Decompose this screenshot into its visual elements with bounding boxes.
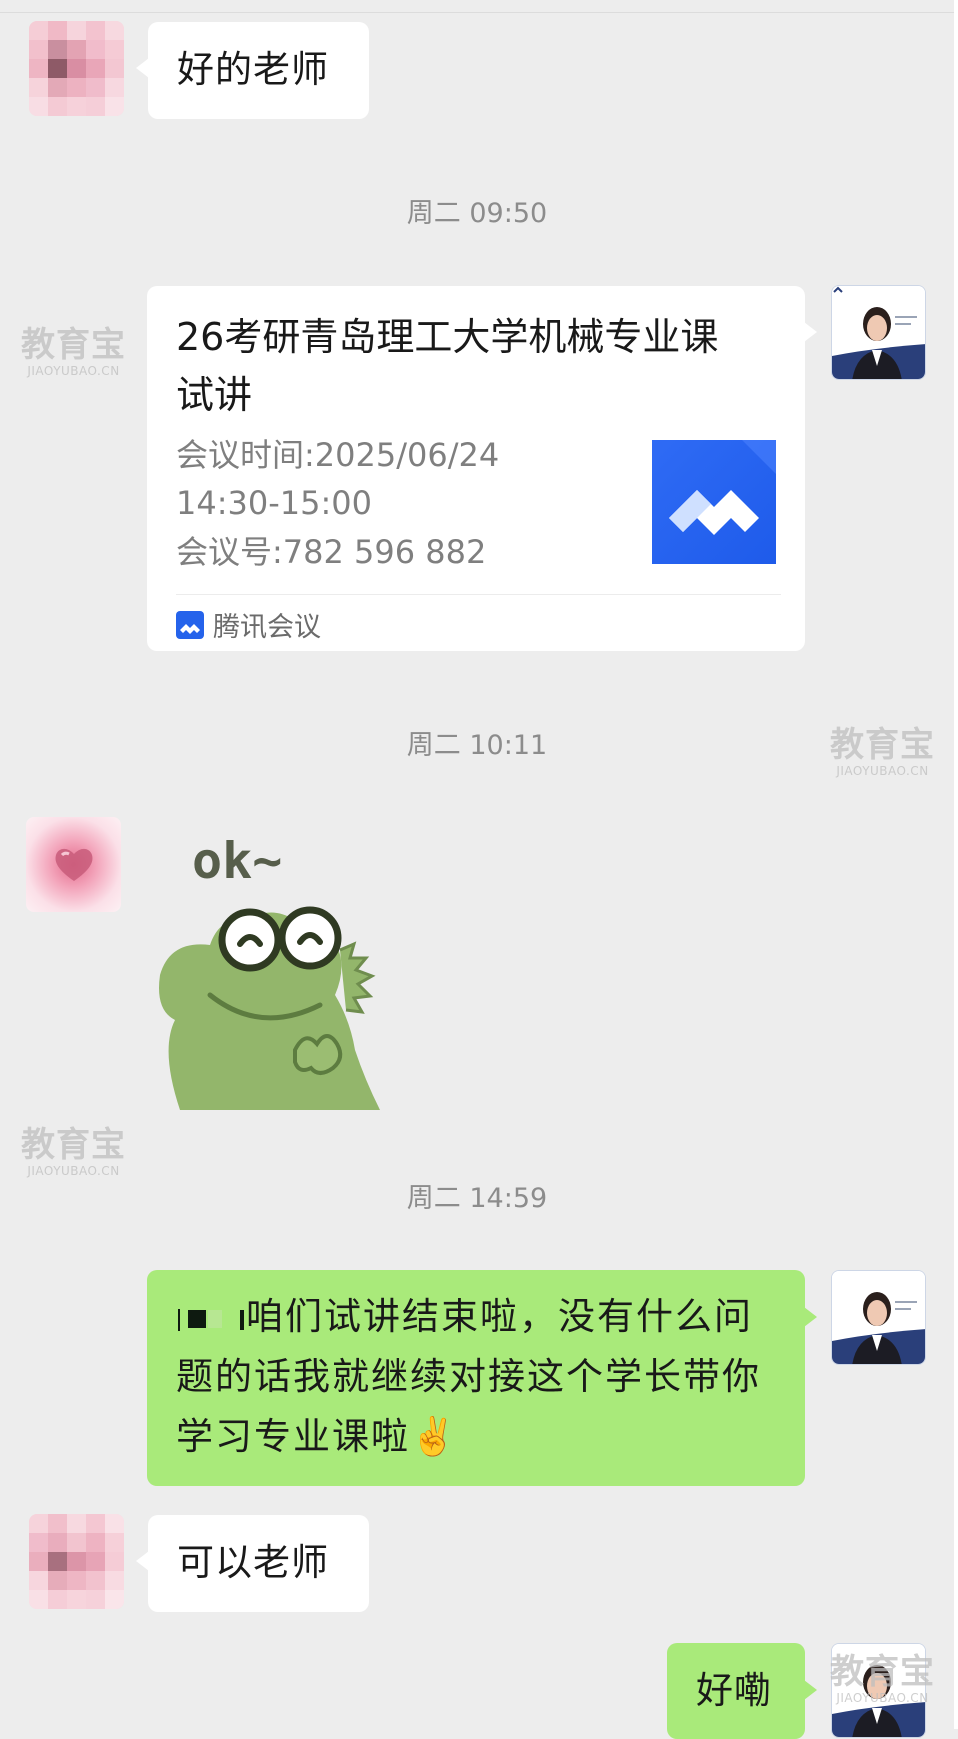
message-text: 好嘞 xyxy=(696,1669,772,1712)
message-bubble[interactable]: 好的老师 xyxy=(148,22,369,119)
my-avatar[interactable] xyxy=(831,285,926,380)
ok-frog-sticker[interactable]: ok~ xyxy=(150,820,450,1110)
contact-avatar[interactable] xyxy=(26,817,121,912)
top-divider xyxy=(0,0,958,13)
message-text: 可以老师 xyxy=(177,1541,329,1584)
heart-icon xyxy=(55,848,92,881)
bubble-tail xyxy=(804,322,817,342)
meeting-time-line2: 14:30-15:00 xyxy=(176,484,372,522)
card-divider xyxy=(176,594,781,595)
message-bubble[interactable]: 咱们试讲结束啦，没有什么问题的话我就继续对接这个学长带你学习专业课啦✌️ xyxy=(147,1270,805,1486)
bubble-tail xyxy=(804,1680,817,1700)
tencent-meeting-small-icon xyxy=(176,611,204,639)
bubble-tail xyxy=(804,1307,817,1327)
message-text: 好的老师 xyxy=(177,48,329,91)
contact-avatar[interactable] xyxy=(29,21,124,116)
contact-avatar[interactable] xyxy=(29,1514,124,1609)
my-avatar[interactable] xyxy=(831,1270,926,1365)
meeting-id: 会议号:782 596 882 xyxy=(176,533,487,571)
meeting-card[interactable]: 26考研青岛理工大学机械专业课试讲 会议时间:2025/06/24 14:30-… xyxy=(147,286,805,651)
tencent-meeting-logo-icon xyxy=(652,440,776,564)
meeting-time-line1: 会议时间:2025/06/24 xyxy=(176,436,500,474)
teacher-photo-icon xyxy=(832,286,925,379)
scroll-edge xyxy=(954,0,958,1729)
redacted-name-icon xyxy=(176,1303,246,1333)
watermark: 教育宝 JIAOYUBAO.CN xyxy=(21,1125,126,1178)
watermark: 教育宝 JIAOYUBAO.CN xyxy=(21,325,126,378)
watermark: 教育宝 JIAOYUBAO.CN xyxy=(830,725,935,778)
app-name-label: 腾讯会议 xyxy=(213,612,321,643)
timestamp: 周二 10:11 xyxy=(406,730,548,761)
timestamp: 周二 09:50 xyxy=(406,198,548,229)
meeting-title: 26考研青岛理工大学机械专业课试讲 xyxy=(176,315,719,417)
message-bubble[interactable]: 可以老师 xyxy=(148,1515,369,1612)
message-bubble[interactable]: 好嘞 xyxy=(667,1643,805,1739)
timestamp: 周二 14:59 xyxy=(406,1183,548,1214)
teacher-photo-icon xyxy=(832,1271,925,1364)
watermark: 教育宝 JIAOYUBAO.CN xyxy=(830,1652,935,1705)
sticker-caption: ok~ xyxy=(192,832,282,890)
message-text: 咱们试讲结束啦，没有什么问题的话我就继续对接这个学长带你学习专业课啦✌️ xyxy=(176,1295,761,1458)
